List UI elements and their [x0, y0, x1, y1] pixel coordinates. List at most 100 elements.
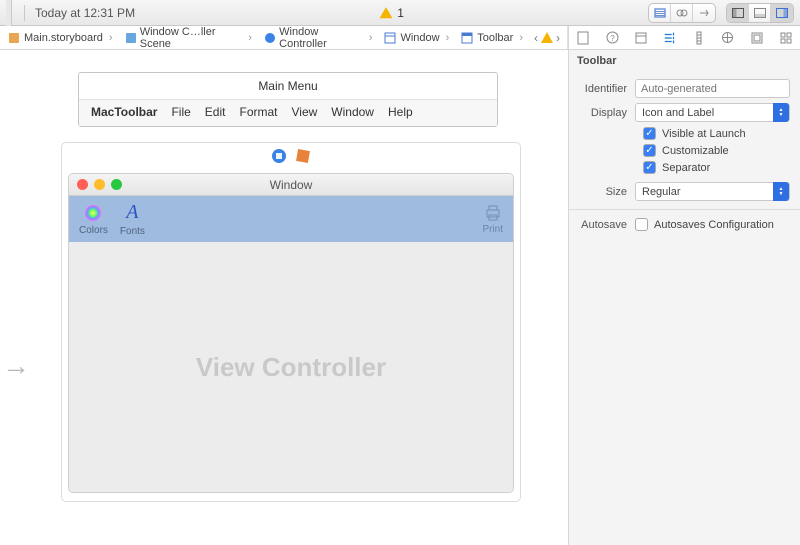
jump-back-icon[interactable]: ‹ [531, 31, 541, 45]
display-popup[interactable]: Icon and Label ▲▼ [635, 103, 790, 122]
editor-mode-segment[interactable] [648, 3, 716, 23]
window-icon [384, 32, 396, 44]
content-placeholder: View Controller [196, 352, 386, 383]
size-value: Regular [642, 186, 681, 198]
scene-icon [125, 32, 136, 44]
identity-inspector-icon[interactable] [631, 28, 651, 48]
checkmark-icon: ✓ [643, 144, 656, 157]
checkmark-icon: ✓ [643, 127, 656, 140]
crumb-label: Window [400, 32, 439, 44]
crumb-scene[interactable]: Window C…ller Scene [117, 26, 256, 49]
crumb-storyboard[interactable]: Main.storyboard [0, 26, 117, 49]
autosave-checkbox[interactable] [635, 218, 648, 231]
menu-item-help[interactable]: Help [388, 105, 413, 119]
connections-inspector-icon[interactable] [718, 28, 738, 48]
size-popup[interactable]: Regular ▲▼ [635, 182, 790, 201]
bottom-panel-icon[interactable] [749, 4, 771, 22]
jump-forward-icon[interactable]: › [553, 31, 563, 45]
visible-checkbox-row[interactable]: ✓ Visible at Launch [643, 127, 790, 140]
popup-arrows-icon: ▲▼ [773, 103, 789, 122]
crumb-toolbar[interactable]: Toolbar [453, 26, 527, 49]
status-warning[interactable]: 1 [379, 6, 404, 20]
version-editor-icon[interactable] [693, 4, 715, 22]
identifier-label: Identifier [579, 83, 635, 95]
jump-bar: Main.storyboard Window C…ller Scene Wind… [0, 26, 568, 50]
inspector-panel: ? Toolbar Identifier Display Icon and La… [568, 26, 800, 545]
warning-count: 1 [397, 6, 404, 20]
attributes-inspector-icon[interactable] [660, 28, 680, 48]
visible-check-label: Visible at Launch [662, 128, 746, 140]
window-toolbar[interactable]: Colors A Fonts Print [69, 196, 513, 242]
identifier-field[interactable] [635, 79, 790, 98]
svg-text:?: ? [610, 34, 615, 43]
colors-icon [83, 203, 103, 223]
xcode-topbar: Today at 12:31 PM 1 [0, 0, 800, 26]
inspector-section-title: Toolbar [569, 50, 800, 72]
controller-icon[interactable] [271, 148, 287, 164]
scene-dock [62, 143, 520, 169]
menu-item-edit[interactable]: Edit [205, 105, 226, 119]
traffic-lights [77, 179, 122, 190]
crumb-controller[interactable]: Window Controller [256, 26, 376, 49]
separator-checkbox-row[interactable]: ✓ Separator [643, 161, 790, 174]
toolbar-icon [461, 32, 473, 44]
crumb-window[interactable]: Window [376, 26, 453, 49]
storyboard-icon [8, 32, 20, 44]
menu-item-window[interactable]: Window [331, 105, 374, 119]
first-responder-icon[interactable] [295, 148, 311, 164]
help-inspector-icon[interactable]: ? [602, 28, 622, 48]
standard-editor-icon[interactable] [649, 4, 671, 22]
warning-icon[interactable] [541, 32, 553, 44]
inspector-body: Identifier Display Icon and Label ▲▼ ✓ V… [569, 72, 800, 246]
status-time: Today at 12:31 PM [35, 6, 135, 20]
window-titlebar: Window [69, 174, 513, 196]
customizable-check-label: Customizable [662, 145, 729, 157]
main-menu-title: Main Menu [79, 73, 497, 99]
panel-toggle-segment[interactable] [726, 3, 794, 23]
toolbar-item-fonts[interactable]: A Fonts [120, 201, 145, 237]
menu-bar: MacToolbar File Edit Format View Window … [79, 99, 497, 126]
fonts-icon: A [126, 201, 138, 224]
size-inspector-icon[interactable] [689, 28, 709, 48]
crumb-label: Toolbar [477, 32, 513, 44]
toolbar-item-print[interactable]: Print [482, 204, 503, 235]
display-value: Icon and Label [642, 107, 714, 119]
autosave-check-label: Autosaves Configuration [654, 219, 774, 231]
effects-inspector-icon[interactable] [776, 28, 796, 48]
right-panel-icon[interactable] [771, 4, 793, 22]
size-label: Size [579, 186, 635, 198]
warning-icon [379, 6, 393, 20]
minimize-icon[interactable] [94, 179, 105, 190]
window-title: Window [69, 178, 513, 192]
divider [24, 5, 25, 21]
colors-label: Colors [79, 225, 108, 236]
content-view[interactable]: View Controller [69, 242, 513, 492]
crumb-label: Window Controller [279, 26, 363, 50]
bindings-inspector-icon[interactable] [747, 28, 767, 48]
menu-item-format[interactable]: Format [239, 105, 277, 119]
menu-item-view[interactable]: View [292, 105, 318, 119]
main-menu-object[interactable]: Main Menu MacToolbar File Edit Format Vi… [78, 72, 498, 127]
left-panel-icon[interactable] [727, 4, 749, 22]
menu-item-app[interactable]: MacToolbar [91, 105, 157, 119]
jumpbar-rest [567, 26, 568, 49]
menu-item-file[interactable]: File [171, 105, 190, 119]
segue-arrow-icon[interactable]: → [2, 350, 30, 382]
ib-canvas[interactable]: Main Menu MacToolbar File Edit Format Vi… [0, 50, 568, 545]
jumpbar-nav: ‹ › [527, 26, 567, 49]
close-icon[interactable] [77, 179, 88, 190]
print-icon [484, 204, 502, 222]
file-inspector-icon[interactable] [573, 28, 593, 48]
toolbar-toggle-group [648, 3, 794, 23]
assistant-editor-icon[interactable] [671, 4, 693, 22]
fonts-label: Fonts [120, 226, 145, 237]
inspector-tab-bar: ? [569, 26, 800, 50]
zoom-icon[interactable] [111, 179, 122, 190]
window-controller-scene[interactable]: Window Colors A Fonts Print View Contro [61, 142, 521, 502]
toolbar-item-colors[interactable]: Colors [79, 203, 108, 236]
checkmark-icon: ✓ [643, 161, 656, 174]
window-object[interactable]: Window Colors A Fonts Print View Contro [68, 173, 514, 493]
customizable-checkbox-row[interactable]: ✓ Customizable [643, 144, 790, 157]
left-edge [6, 0, 12, 26]
crumb-label: Window C…ller Scene [140, 26, 243, 50]
